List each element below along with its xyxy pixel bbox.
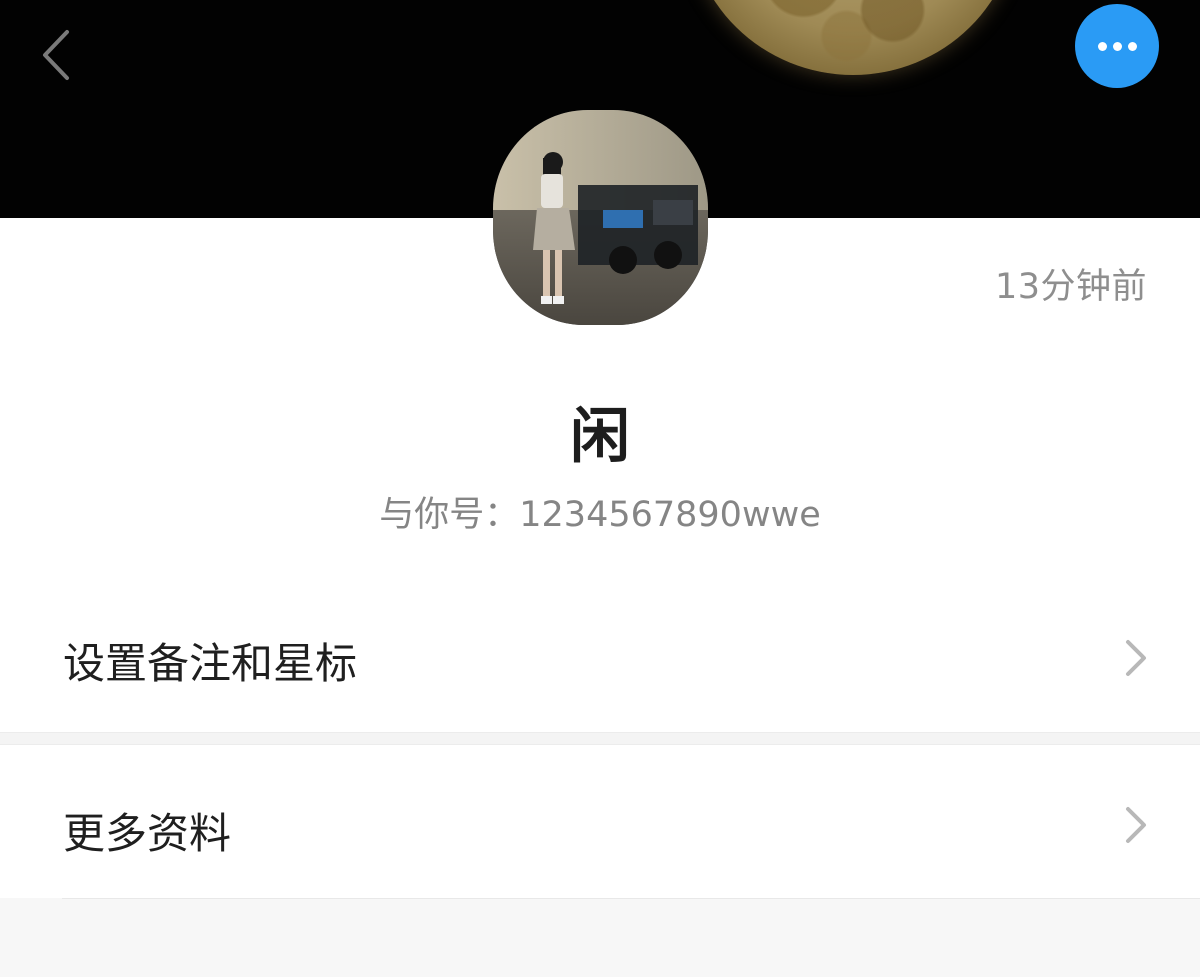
ellipsis-dot bbox=[1112, 41, 1122, 51]
more-info-label: 更多资料 bbox=[63, 809, 232, 858]
more-info-row[interactable]: 更多资料 bbox=[0, 745, 1200, 898]
set-remark-and-star-row[interactable]: 设置备注和星标 bbox=[0, 590, 1200, 732]
ellipsis-dot bbox=[1127, 41, 1137, 51]
profile-page: 13分钟前 闲 与你号：1234567890wwe 设置备注和星标 更多资料 bbox=[0, 0, 1200, 977]
back-button[interactable] bbox=[30, 25, 82, 85]
nickname: 闲 bbox=[570, 402, 630, 472]
account-id: 与你号：1234567890wwe bbox=[379, 495, 821, 535]
chevron-left-icon bbox=[43, 30, 69, 80]
avatar[interactable] bbox=[493, 110, 708, 325]
more-options-button[interactable] bbox=[1075, 4, 1159, 88]
chevron-right-icon bbox=[1126, 807, 1146, 843]
chevron-right-icon bbox=[1126, 640, 1146, 676]
ellipsis-icon bbox=[1097, 41, 1107, 51]
list-divider bbox=[62, 898, 1200, 899]
set-remark-and-star-label: 设置备注和星标 bbox=[63, 639, 358, 688]
avatar-photo bbox=[493, 110, 708, 325]
moon-graphic bbox=[688, 0, 1018, 75]
last-seen-time: 13分钟前 bbox=[994, 267, 1147, 307]
section-divider bbox=[0, 732, 1200, 745]
